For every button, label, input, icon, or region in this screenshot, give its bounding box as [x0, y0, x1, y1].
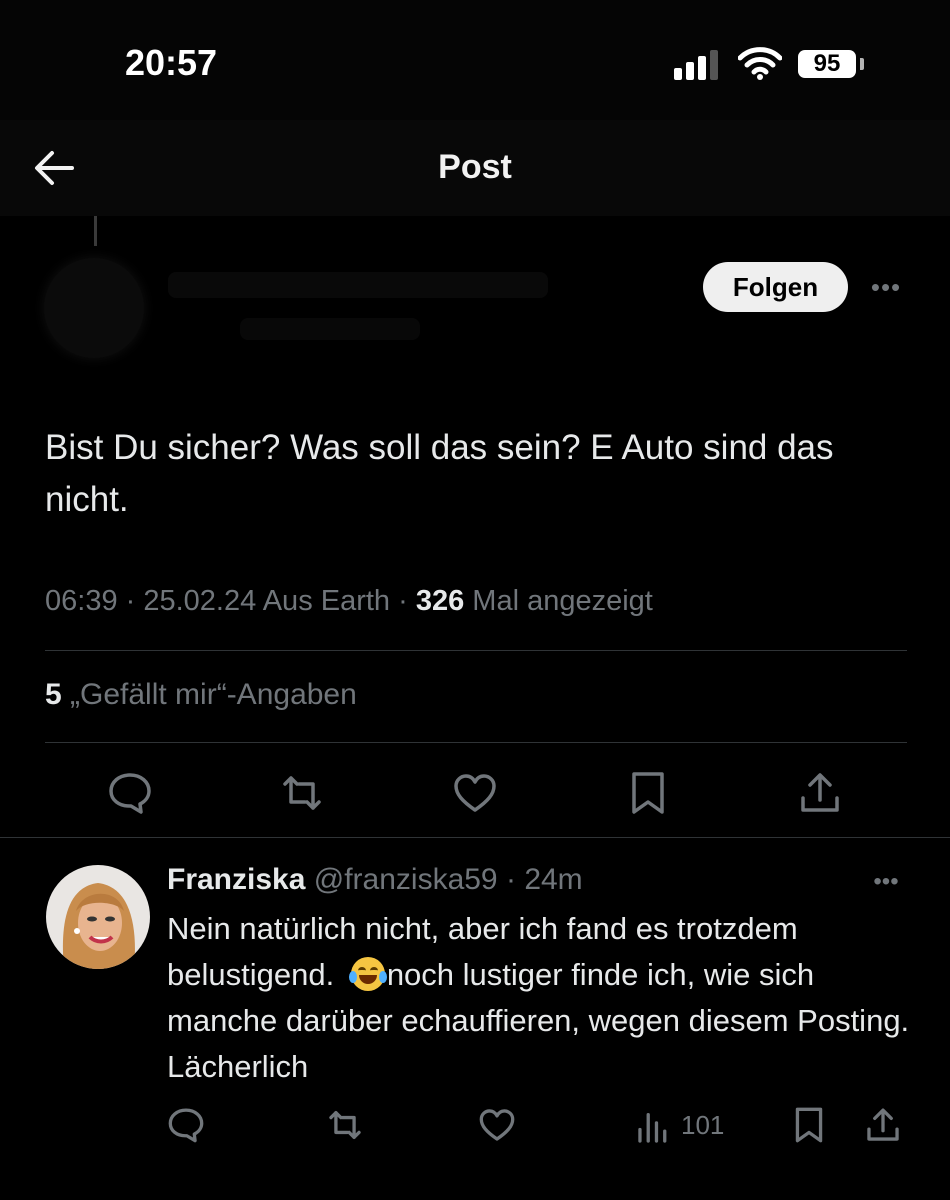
bookmark-icon[interactable]	[790, 1106, 828, 1144]
ellipsis-icon[interactable]: •••	[866, 868, 906, 895]
retweet-icon[interactable]	[279, 770, 325, 816]
thread-connector-line	[94, 216, 97, 246]
reply-author-name[interactable]: Franziska	[167, 863, 305, 896]
status-time: 20:57	[125, 42, 218, 83]
post-date: 25.02.24	[143, 585, 257, 617]
post-view-count: 326	[415, 585, 465, 617]
likes-count: 5	[45, 678, 62, 711]
post-text: Bist Du sicher? Was soll das sein? E Aut…	[45, 428, 834, 519]
avatar[interactable]	[46, 865, 150, 969]
post-meta: 06:39 · 25.02.24 Aus Earth · 326 Mal ang…	[45, 585, 653, 617]
divider	[45, 650, 907, 651]
battery-tip	[860, 58, 864, 70]
views-icon[interactable]	[635, 1108, 673, 1146]
wifi-icon	[737, 46, 783, 80]
share-icon[interactable]	[864, 1106, 902, 1144]
face-with-tears-of-joy-icon	[348, 957, 387, 991]
follow-button[interactable]: Folgen	[703, 262, 848, 312]
reply-text: Nein natürlich nicht, aber ich fand es t…	[167, 906, 917, 1090]
reply-timestamp: 24m	[524, 863, 583, 896]
reply-icon[interactable]	[107, 770, 153, 816]
reply-author-handle[interactable]: @franziska59	[314, 863, 498, 896]
reply-view-count: 101	[681, 1110, 725, 1140]
share-icon[interactable]	[797, 770, 843, 816]
likes-summary[interactable]: 5 „Gefällt mir“-Angaben	[45, 678, 357, 712]
post-time: 06:39	[45, 585, 118, 617]
page-title: Post	[438, 148, 512, 186]
like-icon[interactable]	[452, 770, 498, 816]
cellular-signal-icon	[674, 50, 720, 80]
reply-icon[interactable]	[167, 1106, 205, 1144]
post-views-label: Mal angezeigt	[472, 585, 653, 617]
retweet-icon[interactable]	[326, 1106, 364, 1144]
author-handle-redacted[interactable]	[240, 318, 420, 340]
divider	[0, 837, 950, 838]
like-icon[interactable]	[478, 1106, 516, 1144]
author-name-redacted[interactable]	[168, 272, 548, 298]
bookmark-icon[interactable]	[625, 770, 671, 816]
battery-icon: 95	[798, 50, 856, 78]
ellipsis-icon[interactable]: •••	[866, 272, 906, 302]
divider	[45, 742, 907, 743]
reply-header: Franziska @franziska59 · 24m	[167, 863, 583, 896]
likes-label: „Gefällt mir“-Angaben	[70, 678, 357, 711]
author-avatar[interactable]	[44, 258, 144, 358]
post-source: Aus Earth	[262, 585, 391, 617]
